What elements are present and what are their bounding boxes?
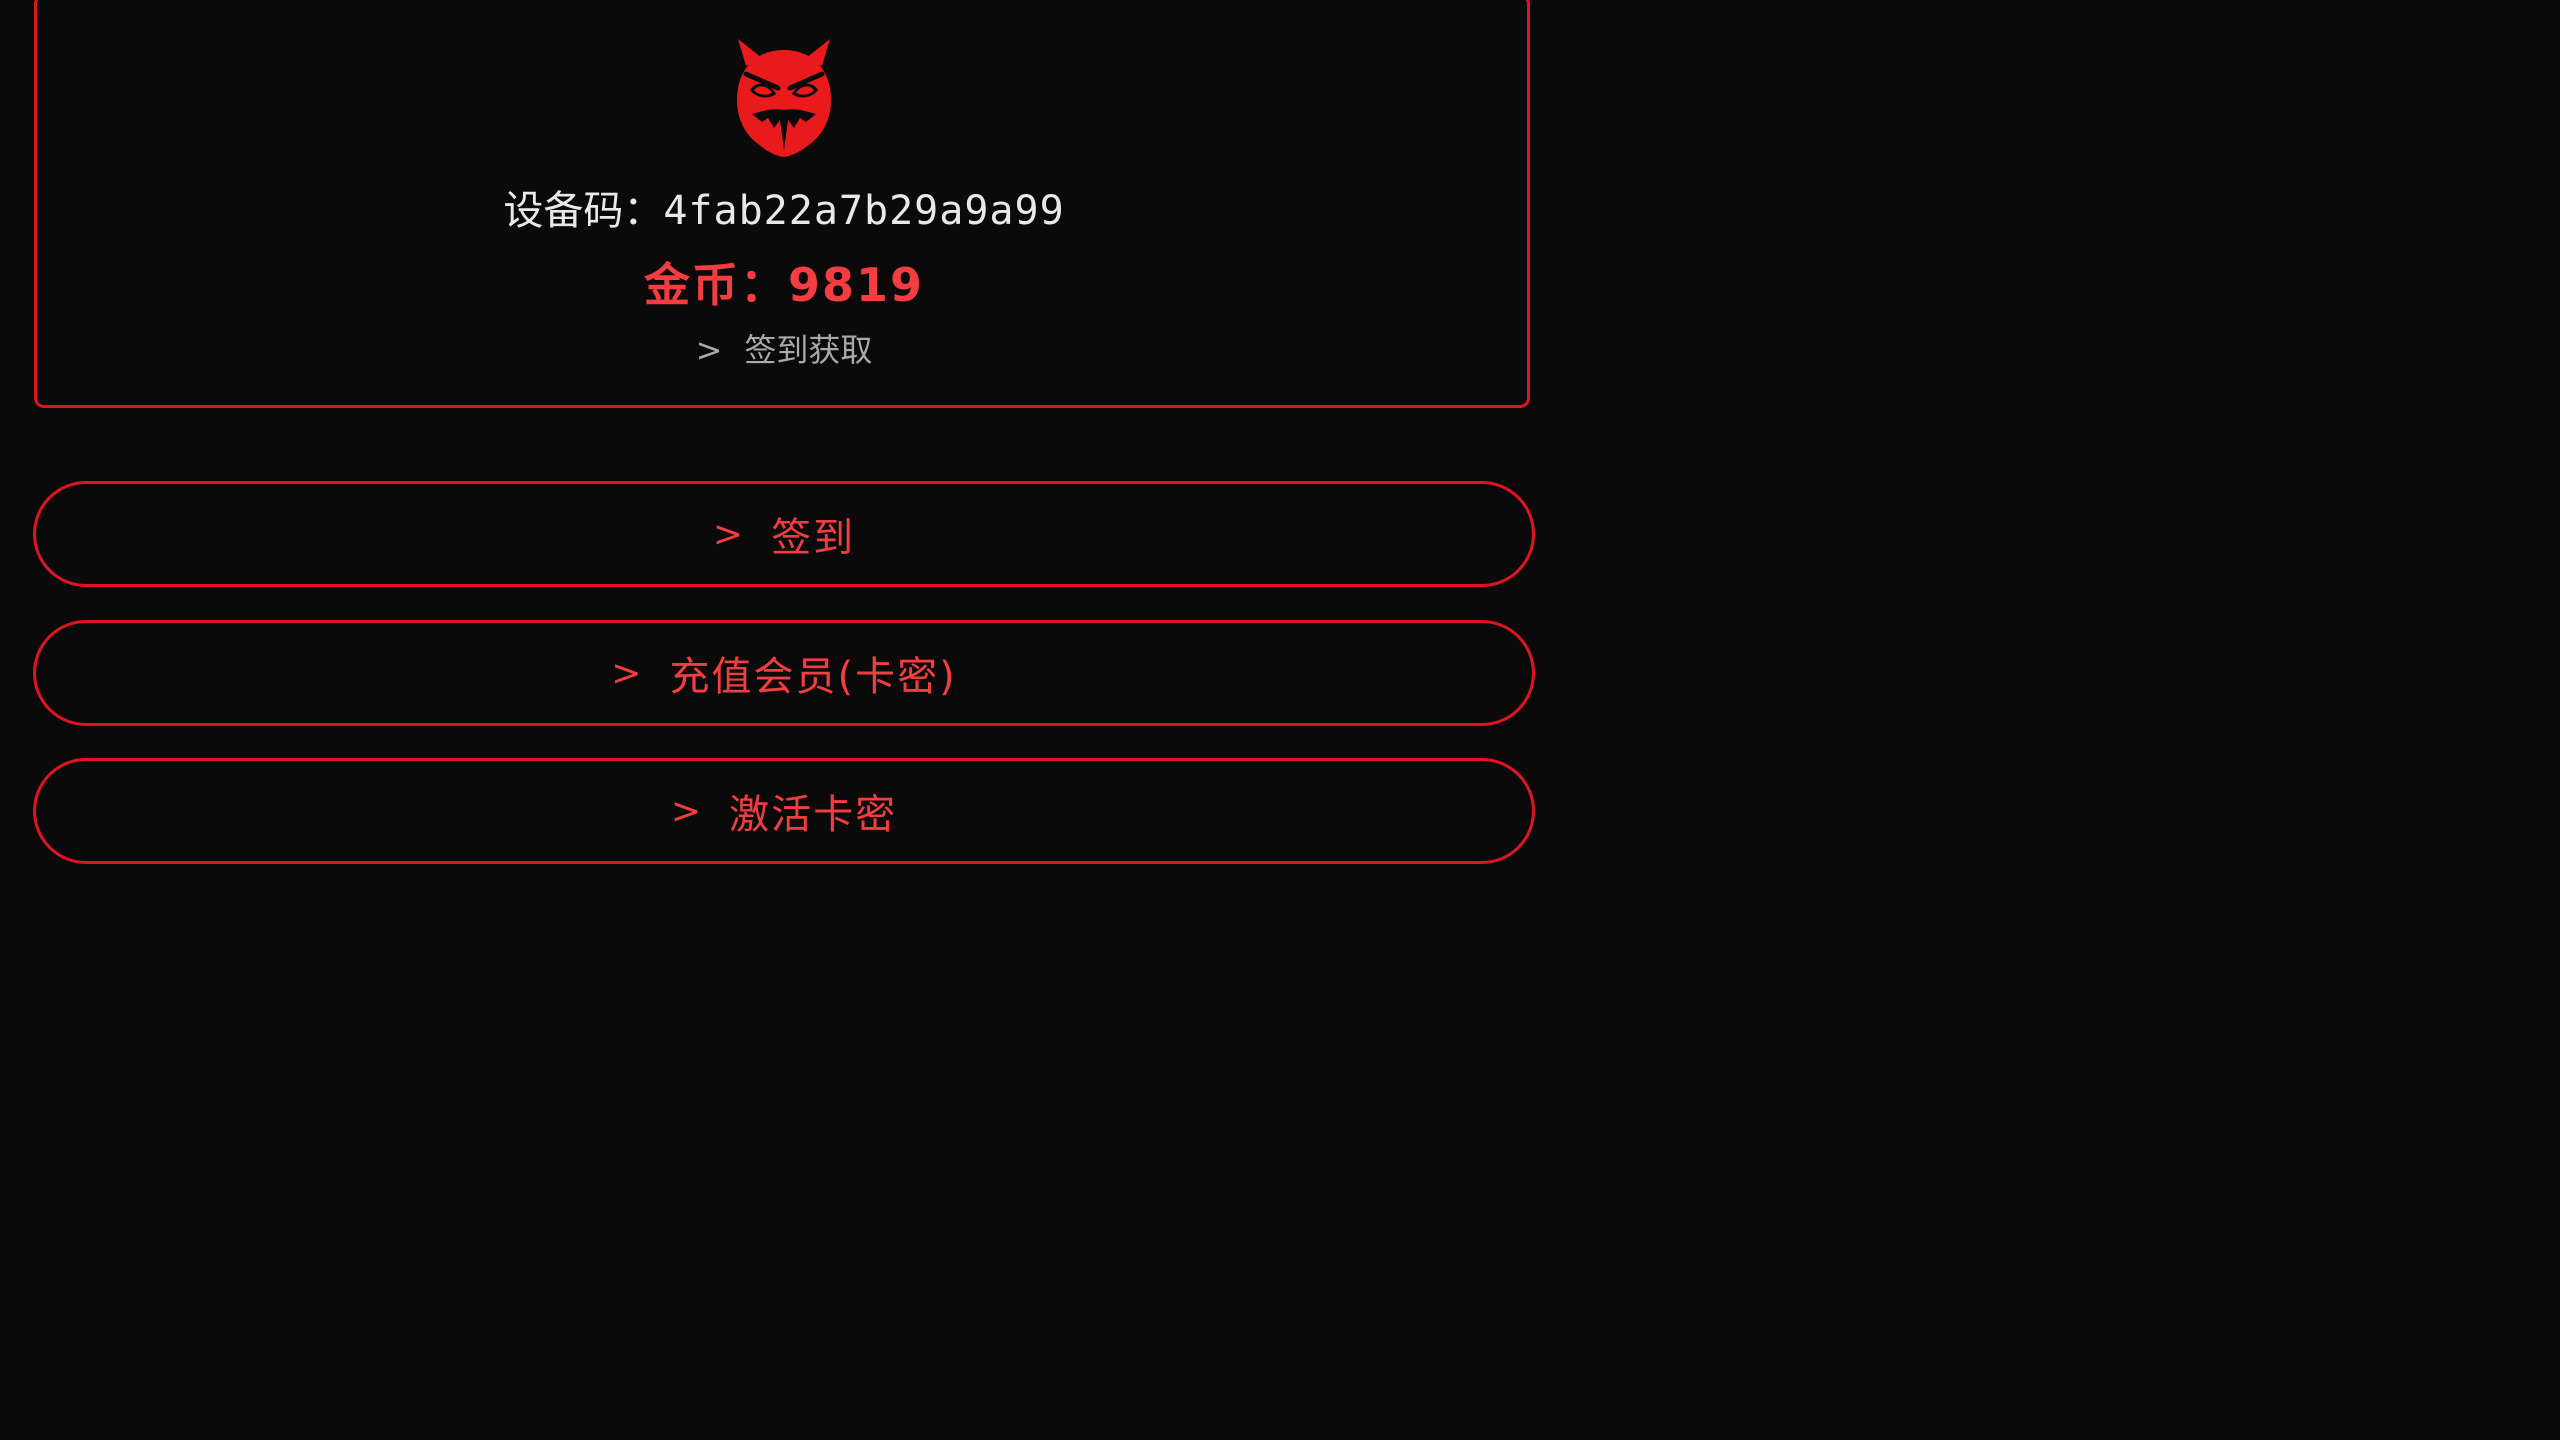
coin-balance: 金币：9819 — [0, 256, 1568, 314]
signin-button[interactable]: > 签到 — [33, 481, 1535, 587]
coin-label: 金币： — [643, 258, 788, 312]
chevron-right-icon: > — [695, 331, 723, 369]
chevron-right-icon: > — [670, 790, 704, 832]
device-code-line: 设备码：4fab22a7b29a9a99 — [0, 186, 1568, 236]
device-code-label: 设备码： — [503, 188, 664, 234]
demon-mascot-icon — [736, 39, 832, 157]
recharge-membership-button[interactable]: > 充值会员(卡密) — [33, 620, 1535, 726]
activate-card-label: 激活卡密 — [729, 792, 898, 838]
signin-button-label: 签到 — [771, 515, 856, 561]
chevron-right-icon: > — [712, 513, 746, 555]
coin-value: 9819 — [787, 258, 925, 312]
signin-hint: > 签到获取 — [0, 328, 1568, 372]
recharge-membership-label: 充值会员(卡密) — [669, 654, 957, 700]
chevron-right-icon: > — [611, 652, 644, 694]
signin-hint-text: 签到获取 — [744, 331, 873, 369]
activate-card-button[interactable]: > 激活卡密 — [33, 758, 1535, 864]
device-code-value: 4fab22a7b29a9a99 — [663, 188, 1065, 234]
